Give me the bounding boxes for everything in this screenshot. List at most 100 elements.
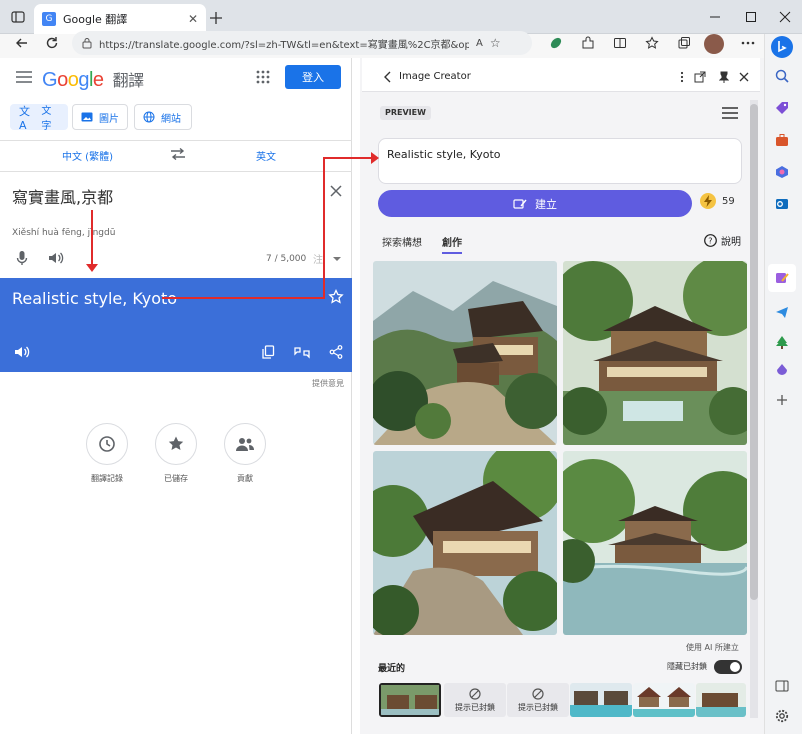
translation-output-text[interactable]: Realistic style, Kyoto: [12, 289, 177, 308]
sidebar-back-icon[interactable]: [378, 67, 398, 87]
prompt-input[interactable]: Realistic style, Kyoto: [378, 138, 742, 184]
extension-leaf-icon[interactable]: [546, 33, 566, 53]
blocked-icon: [532, 687, 544, 700]
boost-count: 59: [722, 195, 735, 207]
swap-languages-icon[interactable]: [168, 144, 188, 164]
close-tab-icon[interactable]: ✕: [188, 12, 198, 26]
close-sidebar-icon[interactable]: [734, 67, 754, 87]
back-icon[interactable]: [12, 33, 32, 53]
maximize-icon[interactable]: [740, 6, 762, 28]
generated-image-1[interactable]: [373, 261, 557, 445]
tab-actions-icon[interactable]: [8, 7, 28, 27]
mode-tab-images[interactable]: 圖片: [72, 104, 128, 130]
add-app-icon[interactable]: [772, 390, 792, 410]
browser-tab-google-translate[interactable]: G Google 翻譯 ✕: [34, 4, 206, 34]
recent-thumbnail-blocked-2[interactable]: 提示已封鎖: [507, 683, 569, 717]
microphone-icon[interactable]: [12, 248, 32, 268]
boost-counter[interactable]: 59: [700, 193, 735, 209]
input-tools-icon[interactable]: 注: [312, 252, 342, 266]
search-icon[interactable]: [772, 66, 792, 86]
create-button-label: 建立: [535, 197, 557, 211]
ai-created-note: 使用 AI 所建立: [686, 643, 739, 652]
help-button[interactable]: ? 說明: [704, 233, 741, 248]
main-menu-icon[interactable]: [14, 67, 34, 87]
history-button[interactable]: [86, 423, 128, 465]
image-creator-rail-icon[interactable]: [768, 264, 796, 292]
recent-thumbnail-4[interactable]: [696, 683, 746, 717]
drop-app-icon[interactable]: [772, 360, 792, 380]
contribute-button[interactable]: [224, 423, 266, 465]
tab-creations[interactable]: 創作: [442, 234, 462, 254]
rate-translation-icon[interactable]: [292, 342, 312, 362]
extensions-icon[interactable]: [578, 33, 598, 53]
new-tab-icon[interactable]: [206, 8, 226, 28]
pin-sidebar-icon[interactable]: [714, 67, 734, 87]
target-language-button[interactable]: 英文: [256, 148, 276, 163]
tree-icon[interactable]: [772, 332, 792, 352]
read-aloud-icon[interactable]: A: [476, 38, 483, 49]
preview-badge: PREVIEW: [380, 106, 431, 120]
google-apps-icon[interactable]: [253, 67, 273, 87]
sidebar-settings-gear-icon[interactable]: [772, 706, 792, 726]
games-icon[interactable]: [772, 162, 792, 182]
favorites-icon[interactable]: [642, 33, 662, 53]
sign-in-button[interactable]: 登入: [285, 65, 341, 89]
refresh-icon[interactable]: [42, 33, 62, 53]
copy-translation-icon[interactable]: [258, 342, 278, 362]
profile-avatar[interactable]: [704, 34, 724, 54]
recent-label: 最近的: [378, 664, 406, 674]
hide-sidebar-icon[interactable]: [772, 676, 792, 696]
url-text[interactable]: https://translate.google.com/?sl=zh-TW&t…: [99, 36, 469, 51]
share-icon[interactable]: [326, 342, 346, 362]
shopping-tag-icon[interactable]: [772, 98, 792, 118]
help-label: 說明: [721, 237, 741, 248]
create-image-icon: [513, 198, 527, 210]
address-bar[interactable]: https://translate.google.com/?sl=zh-TW&t…: [72, 31, 532, 55]
collections-icon[interactable]: [674, 33, 694, 53]
annotation-arrowhead-down: [86, 264, 98, 272]
recent-thumbnail-blocked-1[interactable]: 提示已封鎖: [444, 683, 506, 717]
tab-title: Google 翻譯: [63, 13, 128, 26]
translate-text-icon: 文A: [19, 104, 30, 132]
hide-blocked-label: 隱藏已封鎖: [667, 662, 707, 671]
minimize-icon[interactable]: [704, 6, 726, 28]
save-translation-star-icon[interactable]: [326, 287, 346, 307]
saved-button[interactable]: [155, 423, 197, 465]
generated-image-4[interactable]: [563, 451, 747, 635]
history-label: 翻譯記錄: [91, 474, 123, 483]
bing-copilot-icon[interactable]: [771, 36, 793, 58]
source-speaker-icon[interactable]: [46, 248, 66, 268]
tools-briefcase-icon[interactable]: [772, 130, 792, 150]
generated-image-2[interactable]: [563, 261, 747, 445]
hide-blocked-toggle[interactable]: [714, 660, 742, 674]
google-translate-logo[interactable]: Google 翻譯: [42, 67, 144, 92]
outlook-icon[interactable]: [772, 194, 792, 214]
sidebar-scrollbar-thumb[interactable]: [750, 104, 758, 600]
open-in-new-tab-icon[interactable]: [690, 67, 710, 87]
hamburger-menu-icon[interactable]: [720, 103, 740, 123]
tab-explore-ideas[interactable]: 探索構想: [382, 234, 422, 249]
mode-tab-text-label: 文字: [41, 106, 52, 132]
mode-tab-text[interactable]: 文A 文字: [10, 104, 68, 132]
annotation-arrowhead-right: [371, 152, 379, 164]
output-speaker-icon[interactable]: [12, 342, 32, 362]
contribute-label: 貢獻: [237, 474, 253, 483]
recent-thumbnail-2[interactable]: [570, 683, 632, 717]
favorite-add-icon[interactable]: ☆: [490, 36, 501, 50]
recent-thumbnail-1[interactable]: [379, 683, 441, 717]
lock-icon[interactable]: [82, 37, 92, 49]
close-window-icon[interactable]: [774, 6, 796, 28]
generated-image-3[interactable]: [373, 451, 557, 635]
create-button[interactable]: 建立: [378, 190, 692, 217]
more-options-icon[interactable]: [738, 33, 758, 53]
mode-tab-websites[interactable]: 網站: [134, 104, 192, 130]
sidebar-more-icon[interactable]: [672, 67, 692, 87]
send-feedback-link[interactable]: 提供意見: [312, 378, 344, 389]
recent-thumbnail-3[interactable]: [633, 683, 695, 717]
send-icon[interactable]: [772, 302, 792, 322]
source-language-button[interactable]: 中文 (繁體): [62, 148, 113, 163]
split-screen-icon[interactable]: [610, 33, 630, 53]
clear-source-icon[interactable]: [326, 181, 346, 201]
source-text-input[interactable]: 寫實畫風,京都: [12, 184, 113, 208]
character-counter: 7 / 5,000: [266, 254, 307, 264]
